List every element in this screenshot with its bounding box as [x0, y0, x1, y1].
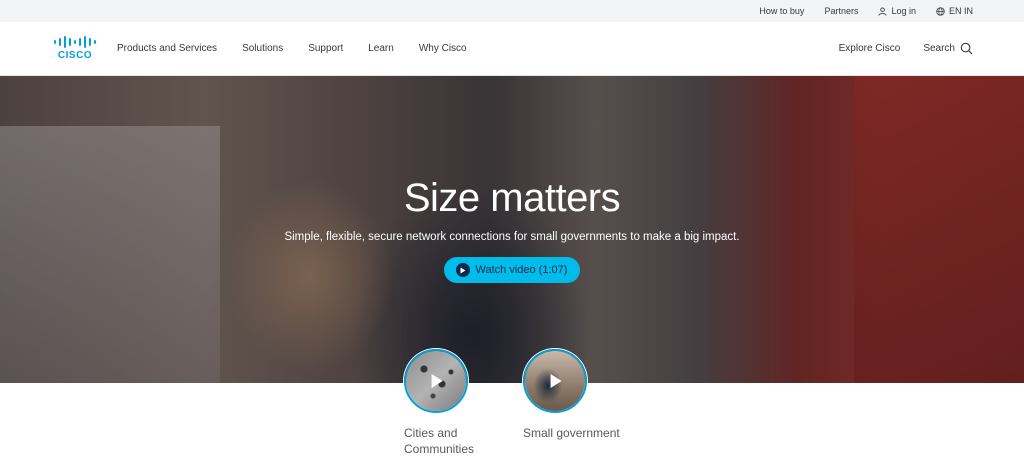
search-label: Search	[923, 43, 955, 54]
play-icon	[431, 374, 443, 388]
thumb-image	[523, 349, 587, 413]
nav-links: Products and Services Solutions Support …	[117, 43, 492, 54]
logo-text: CISCO	[57, 49, 93, 61]
thumb-label: Small government	[523, 426, 620, 440]
thumb-image	[404, 349, 468, 413]
language-label: EN IN	[948, 6, 973, 16]
main-nav: CISCO Products and Services Solutions Su…	[0, 22, 1024, 76]
user-icon	[878, 6, 888, 16]
nav-right: Explore Cisco Search	[839, 42, 973, 55]
partners-link[interactable]: Partners	[824, 6, 858, 16]
how-to-buy-label: How to buy	[759, 6, 805, 16]
partners-label: Partners	[824, 6, 859, 16]
language-selector[interactable]: EN IN	[936, 6, 973, 16]
globe-icon	[936, 6, 945, 16]
explore-cisco-link[interactable]: Explore Cisco	[839, 43, 901, 54]
nav-why-cisco[interactable]: Why Cisco	[419, 43, 467, 54]
logo-bars-icon	[53, 35, 98, 49]
thumb-label: Cities and Communities	[404, 426, 475, 456]
search-button[interactable]: Search	[923, 42, 973, 55]
nav-support[interactable]: Support	[308, 43, 343, 54]
cisco-logo[interactable]: CISCO	[51, 35, 99, 63]
play-icon	[455, 263, 470, 277]
utility-bar: How to buy Partners Log in EN IN	[0, 0, 1024, 22]
watch-video-button[interactable]: Watch video (1:07)	[443, 257, 581, 283]
watch-video-label: Watch video (1:07)	[475, 264, 568, 276]
hero-title: Size matters	[403, 176, 621, 220]
video-thumbnails: Cities and Communities Small government	[0, 349, 1024, 468]
how-to-buy-link[interactable]: How to buy	[759, 6, 804, 16]
play-icon	[550, 374, 562, 388]
hero-content: Size matters Simple, flexible, secure ne…	[0, 176, 1024, 283]
nav-products-and-services[interactable]: Products and Services	[117, 43, 217, 54]
thumb-cities-and-communities[interactable]: Cities and Communities	[404, 349, 484, 457]
nav-solutions[interactable]: Solutions	[242, 43, 283, 54]
search-icon	[960, 42, 973, 55]
hero-subtitle: Simple, flexible, secure network connect…	[284, 231, 740, 243]
login-label: Log in	[891, 6, 916, 16]
thumb-small-government[interactable]: Small government	[523, 349, 620, 441]
hero-banner: Size matters Simple, flexible, secure ne…	[0, 76, 1024, 383]
login-link[interactable]: Log in	[878, 6, 916, 16]
nav-learn[interactable]: Learn	[368, 43, 394, 54]
